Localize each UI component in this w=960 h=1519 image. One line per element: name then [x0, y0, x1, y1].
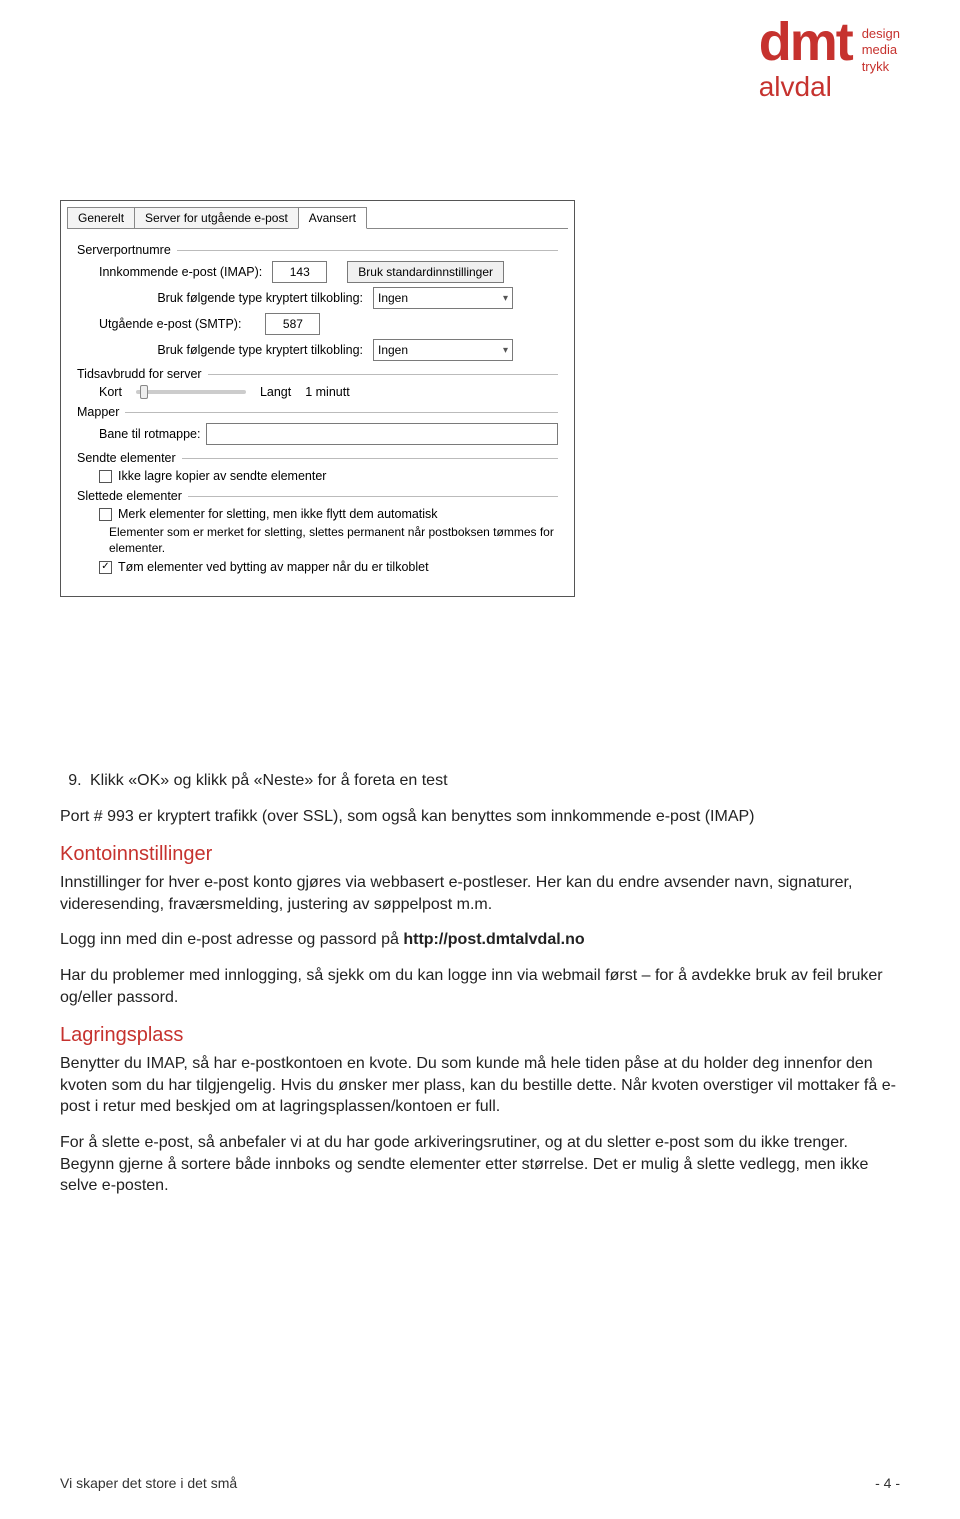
- smtp-enc-label: Bruk følgende type kryptert tilkobling:: [77, 343, 367, 357]
- document-body: Klikk «OK» og klikk på «Neste» for å for…: [60, 770, 900, 1211]
- chevron-down-icon: ▾: [503, 345, 508, 356]
- webmail-url: http://post.dmtalvdal.no: [403, 931, 584, 948]
- tab-bar: Generelt Server for utgående e-post Avan…: [61, 201, 574, 228]
- purge-checkbox[interactable]: ✓: [99, 561, 112, 574]
- logo-tag-media: media: [862, 42, 900, 58]
- rootpath-label: Bane til rotmappe:: [99, 427, 200, 441]
- imap-enc-label: Bruk følgende type kryptert tilkobling:: [77, 291, 367, 305]
- page-footer: Vi skaper det store i det små - 4 -: [60, 1475, 900, 1491]
- tab-generelt[interactable]: Generelt: [67, 207, 135, 228]
- brand-logo: dmt design media trykk alvdal: [759, 18, 900, 103]
- mark-delete-checkbox[interactable]: [99, 508, 112, 521]
- port-note: Port # 993 er kryptert trafikk (over SSL…: [60, 806, 900, 828]
- heading-lagringsplass: Lagringsplass: [60, 1022, 900, 1049]
- settings-dialog: Generelt Server for utgående e-post Avan…: [60, 200, 575, 597]
- logo-sub: alvdal: [759, 71, 900, 103]
- step-9: Klikk «OK» og klikk på «Neste» for å for…: [86, 770, 900, 792]
- smtp-port-input[interactable]: [265, 313, 320, 335]
- logo-tag-design: design: [862, 26, 900, 42]
- konto-p2: Logg inn med din e-post adresse og passo…: [60, 929, 900, 951]
- konto-p1: Innstillinger for hver e-post konto gjør…: [60, 872, 900, 915]
- group-serverportnumre: Serverportnumre: [77, 243, 558, 257]
- group-timeout: Tidsavbrudd for server: [77, 367, 558, 381]
- mark-delete-label: Merk elementer for sletting, men ikke fl…: [118, 507, 438, 521]
- standard-settings-button[interactable]: Bruk standardinnstillinger: [347, 261, 504, 283]
- page-number: - 4 -: [875, 1475, 900, 1491]
- timeout-short-label: Kort: [99, 385, 122, 399]
- smtp-enc-select[interactable]: Ingen ▾: [373, 339, 513, 361]
- smtp-label: Utgående e-post (SMTP):: [99, 317, 241, 331]
- timeout-value: 1 minutt: [305, 385, 349, 399]
- sent-copy-checkbox[interactable]: [99, 470, 112, 483]
- sent-copy-label: Ikke lagre kopier av sendte elementer: [118, 469, 326, 483]
- imap-label: Innkommende e-post (IMAP):: [99, 265, 266, 279]
- rootpath-input[interactable]: [206, 423, 558, 445]
- delete-note: Elementer som er merket for sletting, sl…: [109, 525, 558, 556]
- logo-dmt: dmt: [759, 18, 852, 67]
- lagring-p2: For å slette e-post, så anbefaler vi at …: [60, 1132, 900, 1197]
- group-sent: Sendte elementer: [77, 451, 558, 465]
- logo-taglines: design media trykk: [862, 18, 900, 75]
- chevron-down-icon: ▾: [503, 293, 508, 304]
- konto-p3: Har du problemer med innlogging, så sjek…: [60, 965, 900, 1008]
- tab-avansert[interactable]: Avansert: [298, 207, 367, 229]
- group-deleted: Slettede elementer: [77, 489, 558, 503]
- purge-label: Tøm elementer ved bytting av mapper når …: [118, 560, 429, 574]
- group-folders: Mapper: [77, 405, 558, 419]
- lagring-p1: Benytter du IMAP, så har e-postkontoen e…: [60, 1053, 900, 1118]
- heading-kontoinnstillinger: Kontoinnstillinger: [60, 841, 900, 868]
- footer-slogan: Vi skaper det store i det små: [60, 1475, 237, 1491]
- logo-tag-trykk: trykk: [862, 59, 900, 75]
- imap-port-input[interactable]: [272, 261, 327, 283]
- timeout-slider[interactable]: [136, 390, 246, 394]
- timeout-long-label: Langt: [260, 385, 291, 399]
- imap-enc-select[interactable]: Ingen ▾: [373, 287, 513, 309]
- tab-utgaende[interactable]: Server for utgående e-post: [134, 207, 299, 228]
